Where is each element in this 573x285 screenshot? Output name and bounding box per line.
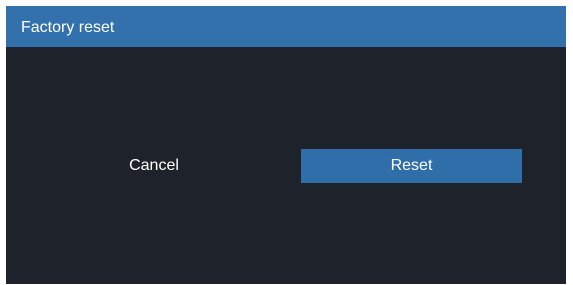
cancel-button[interactable]: Cancel: [43, 149, 265, 183]
dialog-title: Factory reset: [21, 19, 115, 36]
factory-reset-dialog: Factory reset Cancel Reset: [6, 6, 566, 284]
reset-button[interactable]: Reset: [301, 149, 522, 183]
dialog-titlebar: Factory reset: [6, 6, 566, 47]
